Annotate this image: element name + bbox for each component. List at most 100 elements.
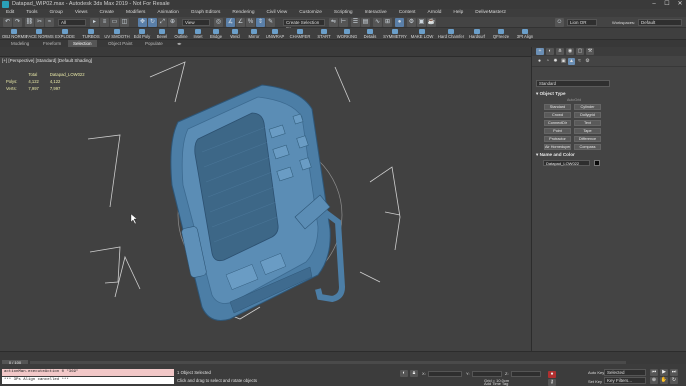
z-coordinate-field[interactable] [511,371,541,377]
pivot-center-icon[interactable]: ◎ [214,18,223,27]
maxscript-input-line[interactable]: *** 3Ps Align cancelled *** [2,377,174,384]
object-color-swatch[interactable] [594,160,600,166]
align-icon[interactable]: ⊢ [339,18,348,27]
cameras-icon[interactable]: ▣ [560,58,567,65]
menu-help[interactable]: Help [447,9,469,17]
helper-button-8[interactable]: Tape [574,128,601,134]
menu-interactive[interactable]: Interactive [359,9,393,17]
set-key-button[interactable]: Set Key [588,379,602,384]
helpers-icon[interactable]: ▲ [568,58,575,65]
select-rotate-icon[interactable]: ↻ [148,18,157,27]
helper-button-1[interactable]: Standard [544,104,571,110]
ribbon-chamfer[interactable]: CHAMFER [288,28,312,40]
x-coordinate-field[interactable] [428,371,462,377]
tab-object-paint[interactable]: Object Paint [103,40,138,47]
spinner-snap-icon[interactable]: ⇕ [256,18,265,27]
ribbon-mirror[interactable]: Mirror [245,28,263,40]
menu-views[interactable]: Views [69,9,94,17]
ribbon-inset[interactable]: Inset [190,28,206,40]
ref-coord-dropdown[interactable]: View [182,19,210,26]
auto-key-button[interactable]: Auto Key [588,370,604,375]
selection-lock-icon[interactable]: 🔒︎ [410,370,418,377]
curve-editor-icon[interactable]: ∿ [373,18,382,27]
helper-button-9[interactable]: Protractor [544,136,571,142]
ribbon-edit-poly[interactable]: Edit Poly [132,28,152,40]
render-icon[interactable]: ☕ [427,18,436,27]
spacewarps-icon[interactable]: ≈ [576,58,583,65]
ribbon-unwrap[interactable]: UNWRAP [263,28,287,40]
menu-delivemaster[interactable]: DeliveMaster2 [469,9,512,17]
helper-button-4[interactable]: Dollygrid [574,112,601,118]
ribbon-obj-norms[interactable]: OBJ NORMS [2,28,27,40]
place-icon[interactable]: ⊕ [168,18,177,27]
named-selection-dropdown[interactable]: Create Selection Se [283,19,325,31]
link-icon[interactable]: ⛓ [25,18,34,27]
datapad-model[interactable] [170,84,346,321]
geometry-icon[interactable]: ● [536,58,543,65]
menu-content[interactable]: Content [393,9,422,17]
pan-icon[interactable]: ✋ [660,377,668,384]
select-object-icon[interactable]: ▸ [90,18,99,27]
ribbon-details[interactable]: Details [361,28,379,40]
ribbon-3pt-align[interactable]: 3Pt Align [514,28,536,40]
orbit-icon[interactable]: ↻ [670,377,678,384]
schematic-view-icon[interactable]: ⊞ [383,18,392,27]
ribbon-hardsurf[interactable]: Hardsurf [466,28,488,40]
menu-group[interactable]: Group [43,9,68,17]
ribbon-weld[interactable]: Weld [227,28,243,40]
minimize-button[interactable]: – [648,0,660,9]
ribbon-outline[interactable]: Outline [172,28,190,40]
create-tab-icon[interactable]: + [536,48,544,55]
key-selection-dropdown[interactable]: Selected [604,369,646,376]
ribbon-uv-smooth[interactable]: UV SMOOTH [104,28,130,40]
ribbon-make-low[interactable]: MAKE LOW [410,28,434,40]
helper-button-12[interactable]: Compass [574,144,601,150]
select-scale-icon[interactable]: ⤢ [158,18,167,27]
zoom-icon[interactable]: ⊕ [650,377,658,384]
hierarchy-tab-icon[interactable]: ⋔ [556,48,564,55]
ribbon-working[interactable]: WORKING [335,28,359,40]
name-color-rollout[interactable]: ▾ Name and Color [536,151,610,158]
key-filters-button[interactable]: Key Filters... [604,377,646,384]
add-time-tag-button[interactable]: Add Time Tag [484,381,508,386]
app-icon[interactable] [2,1,9,8]
menu-modifiers[interactable]: Modifiers [120,9,151,17]
helper-button-3[interactable]: Crowd [544,112,571,118]
workspace-dropdown[interactable]: Default [638,19,682,26]
helper-button-7[interactable]: Point [544,128,571,134]
object-type-rollout[interactable]: ▾ Object Type [536,90,610,97]
material-editor-icon[interactable]: ● [395,18,404,27]
tab-modeling[interactable]: Modeling [6,40,34,47]
user-icon[interactable]: ☺ [555,18,564,27]
select-by-name-icon[interactable]: ≡ [100,18,109,27]
ribbon-options-icon[interactable]: ◂▸ [172,40,187,47]
menu-graph-editors[interactable]: Graph Editors [185,9,227,17]
unlink-icon[interactable]: ✂ [35,18,44,27]
tab-selection[interactable]: Selection [68,40,97,47]
ribbon-turbos[interactable]: TURBOS [80,28,102,40]
ribbon-start[interactable]: START [315,28,333,40]
angle-snap-icon[interactable]: ∠ [236,18,245,27]
display-tab-icon[interactable]: ▢ [576,48,584,55]
shapes-icon[interactable]: ◔ [544,58,551,65]
menu-arnold[interactable]: Arnold [422,9,448,17]
lights-icon[interactable]: ✹ [552,58,559,65]
perspective-viewport[interactable]: [+] [Perspective] [Standard] [Default Sh… [0,57,531,351]
tab-populate[interactable]: Populate [140,40,168,47]
ribbon-face-norms[interactable]: FACE NORMS [26,28,54,40]
render-setup-icon[interactable]: ⚙ [407,18,416,27]
edit-named-sets-icon[interactable]: ✎ [266,18,275,27]
ribbon-qfreeze[interactable]: QFreeze [490,28,512,40]
undo-icon[interactable]: ↶ [3,18,12,27]
select-move-icon[interactable]: ✥ [138,18,147,27]
auto-key-record-icon[interactable]: ● [548,371,556,378]
mirror-icon[interactable]: ⇋ [329,18,338,27]
selection-filter-dropdown[interactable]: All [58,19,86,26]
ribbon-hard-chamfer[interactable]: Hard Chamfer [436,28,466,40]
toggle-ribbon-icon[interactable]: ▤ [361,18,370,27]
percent-snap-icon[interactable]: % [246,18,255,27]
helper-button-11[interactable]: Air Horneduper [544,144,571,150]
helper-button-10[interactable]: Difference [574,136,601,142]
goto-start-icon[interactable]: ⏮ [650,369,658,376]
ribbon-explode[interactable]: EXPLODE [54,28,76,40]
